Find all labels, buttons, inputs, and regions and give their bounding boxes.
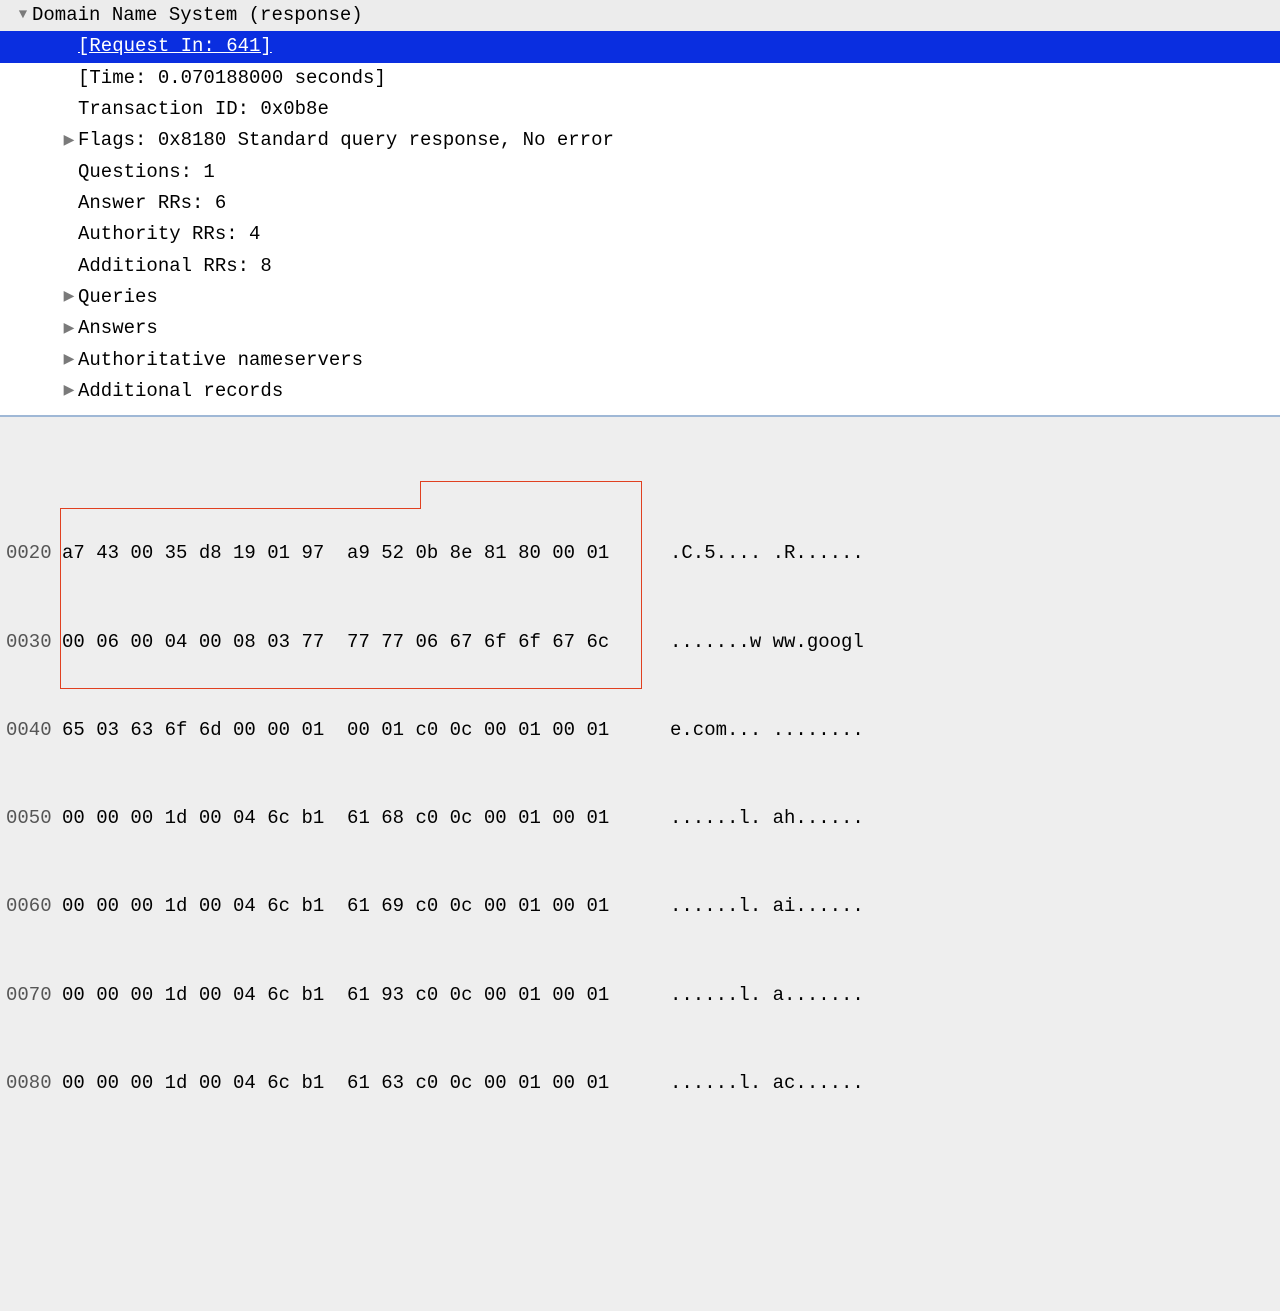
hex-dump-pane[interactable]: 0020 a7 43 00 35 d8 19 01 97 a9 52 0b 8e… xyxy=(0,415,1280,1310)
authority-rrs-label: Authority RRs: 4 xyxy=(78,219,260,250)
toggle-spacer xyxy=(60,224,78,247)
answers-label: Answers xyxy=(78,313,158,344)
hex-offset: 0030 xyxy=(6,628,62,657)
additional-records-label: Additional records xyxy=(78,376,283,407)
hex-bytes[interactable]: 65 03 63 6f 6d 00 00 01 00 01 c0 0c 00 0… xyxy=(62,716,642,745)
hex-row[interactable]: 0070 00 00 00 1d 00 04 6c b1 61 93 c0 0c… xyxy=(6,981,1274,1010)
toggle-spacer xyxy=(60,67,78,90)
hex-bytes[interactable]: 00 00 00 1d 00 04 6c b1 61 69 c0 0c 00 0… xyxy=(62,892,642,921)
hex-offset: 0060 xyxy=(6,892,62,921)
toggle-spacer xyxy=(60,35,78,58)
hex-bytes[interactable]: 00 06 00 04 00 08 03 77 77 77 06 67 6f 6… xyxy=(62,628,642,657)
chevron-right-icon[interactable]: ▶ xyxy=(60,349,78,372)
hex-ascii: e.com... ........ xyxy=(642,716,864,745)
request-in-row[interactable]: [Request In: 641] xyxy=(0,31,1280,62)
queries-label: Queries xyxy=(78,282,158,313)
toggle-spacer xyxy=(60,98,78,121)
questions-row[interactable]: Questions: 1 xyxy=(0,157,1280,188)
hex-offset: 0050 xyxy=(6,804,62,833)
answers-row[interactable]: ▶ Answers xyxy=(0,313,1280,344)
hex-selection-highlight xyxy=(420,481,642,509)
hex-row[interactable]: 0040 65 03 63 6f 6d 00 00 01 00 01 c0 0c… xyxy=(6,716,1274,745)
dns-protocol-row[interactable]: ▼ Domain Name System (response) xyxy=(0,0,1280,31)
packet-details-tree: ▼ Domain Name System (response) [Request… xyxy=(0,0,1280,415)
hex-ascii: .......w ww.googl xyxy=(642,628,864,657)
hex-ascii: .C.5.... .R...... xyxy=(642,539,864,568)
chevron-right-icon[interactable]: ▶ xyxy=(60,286,78,309)
chevron-right-icon[interactable]: ▶ xyxy=(60,318,78,341)
additional-records-row[interactable]: ▶ Additional records xyxy=(0,376,1280,407)
chevron-down-icon[interactable]: ▼ xyxy=(14,4,32,27)
additional-rrs-label: Additional RRs: 8 xyxy=(78,251,272,282)
hex-row[interactable]: 0080 00 00 00 1d 00 04 6c b1 61 63 c0 0c… xyxy=(6,1069,1274,1098)
hex-offset: 0040 xyxy=(6,716,62,745)
hex-offset: 0080 xyxy=(6,1069,62,1098)
chevron-right-icon[interactable]: ▶ xyxy=(60,130,78,153)
hex-bytes[interactable]: 00 00 00 1d 00 04 6c b1 61 93 c0 0c 00 0… xyxy=(62,981,642,1010)
additional-rrs-row[interactable]: Additional RRs: 8 xyxy=(0,251,1280,282)
authoritative-ns-label: Authoritative nameservers xyxy=(78,345,363,376)
answer-rrs-row[interactable]: Answer RRs: 6 xyxy=(0,188,1280,219)
toggle-spacer xyxy=(60,255,78,278)
hex-bytes[interactable]: 00 00 00 1d 00 04 6c b1 61 63 c0 0c 00 0… xyxy=(62,1069,642,1098)
hex-selection-highlight xyxy=(60,508,421,509)
hex-row[interactable]: 0060 00 00 00 1d 00 04 6c b1 61 69 c0 0c… xyxy=(6,892,1274,921)
toggle-spacer xyxy=(60,192,78,215)
authority-rrs-row[interactable]: Authority RRs: 4 xyxy=(0,219,1280,250)
answer-rrs-label: Answer RRs: 6 xyxy=(78,188,226,219)
hex-row[interactable]: 0050 00 00 00 1d 00 04 6c b1 61 68 c0 0c… xyxy=(6,804,1274,833)
hex-offset: 0020 xyxy=(6,539,62,568)
flags-row[interactable]: ▶ Flags: 0x8180 Standard query response,… xyxy=(0,125,1280,156)
hex-ascii: ......l. ah...... xyxy=(642,804,864,833)
toggle-spacer xyxy=(60,161,78,184)
flags-label: Flags: 0x8180 Standard query response, N… xyxy=(78,125,614,156)
dns-header-label: Domain Name System (response) xyxy=(32,0,363,31)
transaction-id-row[interactable]: Transaction ID: 0x0b8e xyxy=(0,94,1280,125)
hex-ascii: ......l. a....... xyxy=(642,981,864,1010)
hex-bytes[interactable]: a7 43 00 35 d8 19 01 97 a9 52 0b 8e 81 8… xyxy=(62,539,642,568)
transaction-id-label: Transaction ID: 0x0b8e xyxy=(78,94,329,125)
request-in-link[interactable]: [Request In: 641] xyxy=(78,31,272,62)
time-label: [Time: 0.070188000 seconds] xyxy=(78,63,386,94)
hex-row[interactable]: 0020 a7 43 00 35 d8 19 01 97 a9 52 0b 8e… xyxy=(6,539,1274,568)
queries-row[interactable]: ▶ Queries xyxy=(0,282,1280,313)
hex-row[interactable]: 0030 00 06 00 04 00 08 03 77 77 77 06 67… xyxy=(6,628,1274,657)
hex-ascii: ......l. ai...... xyxy=(642,892,864,921)
hex-offset: 0070 xyxy=(6,981,62,1010)
hex-selection-highlight xyxy=(60,509,642,689)
hex-ascii: ......l. ac...... xyxy=(642,1069,864,1098)
questions-label: Questions: 1 xyxy=(78,157,215,188)
chevron-right-icon[interactable]: ▶ xyxy=(60,380,78,403)
time-row[interactable]: [Time: 0.070188000 seconds] xyxy=(0,63,1280,94)
hex-bytes[interactable]: 00 00 00 1d 00 04 6c b1 61 68 c0 0c 00 0… xyxy=(62,804,642,833)
authoritative-ns-row[interactable]: ▶ Authoritative nameservers xyxy=(0,345,1280,376)
